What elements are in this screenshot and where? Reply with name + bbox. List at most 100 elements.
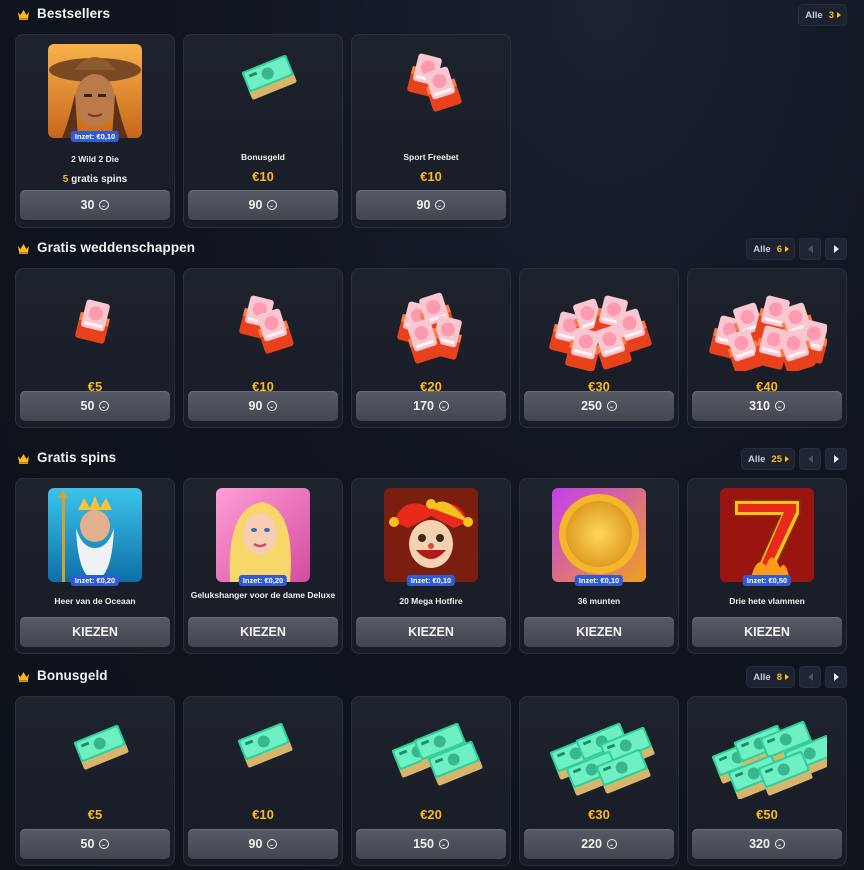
view-all-label: Alle: [753, 671, 771, 683]
button-label: 320: [749, 837, 770, 851]
view-all-button[interactable]: Alle 8: [746, 666, 795, 688]
chevron-right-icon: [833, 673, 839, 681]
section-bestsellers: Bestsellers Alle 3 Inzet: €0,10 2 Wild 2 Di…: [0, 0, 864, 228]
freebet-ticket-image: [520, 291, 678, 371]
shop-card[interactable]: €20 170: [351, 268, 511, 428]
cash-bundle-image: [184, 49, 342, 129]
cash-bundle-image: [688, 719, 846, 799]
coin-smiley-icon: [99, 401, 110, 411]
spins-text: gratis spins: [68, 174, 128, 185]
shop-card[interactable]: Inzet: €0,20 Gelukshanger voor de dame De…: [183, 478, 343, 654]
shop-card[interactable]: €10 90: [183, 696, 343, 866]
scroll-left-button[interactable]: [799, 666, 821, 688]
chevron-left-icon: [807, 245, 813, 253]
view-all-button[interactable]: Alle 25: [740, 448, 795, 470]
game-thumbnail: [552, 488, 646, 582]
stake-badge: Inzet: €0,10: [70, 131, 120, 142]
buy-button[interactable]: 50: [20, 829, 170, 859]
coin-smiley-icon: [267, 401, 278, 411]
item-count-badge: 3: [829, 10, 841, 21]
shop-card[interactable]: Inzet: €0,10 36 munten KIEZEN: [519, 478, 679, 654]
item-count-badge: 8: [777, 672, 789, 683]
button-label: 90: [248, 837, 263, 851]
buy-button[interactable]: 170: [356, 391, 506, 421]
shop-card[interactable]: €5 50: [15, 268, 175, 428]
crown-icon: [17, 452, 30, 464]
card-name: 2 Wild 2 Die: [71, 154, 119, 164]
button-label: 220: [581, 837, 602, 851]
buy-button[interactable]: 320: [692, 829, 842, 859]
card-name: 36 munten: [577, 596, 621, 606]
view-all-button[interactable]: Alle 3: [798, 4, 847, 26]
freebet-ticket-image: [352, 49, 510, 129]
chevron-right-icon: [833, 245, 839, 253]
shop-card[interactable]: €40 310: [687, 268, 847, 428]
shop-card[interactable]: €5 50: [15, 696, 175, 866]
buy-button[interactable]: 90: [188, 190, 338, 220]
card-price: €50: [756, 807, 778, 822]
card-name: Heer van de Oceaan: [54, 596, 136, 606]
stake-badge: Inzet: €0,10: [406, 575, 456, 586]
shop-card[interactable]: Inzet: €0,10 2 Wild 2 Die 5 gratis spins 30: [15, 34, 175, 228]
buy-button[interactable]: 90: [188, 391, 338, 421]
button-label: 50: [80, 399, 95, 413]
coin-smiley-icon: [438, 839, 449, 849]
shop-card[interactable]: Inzet: €0,50 Drie hete vlammen KIEZEN: [687, 478, 847, 654]
coin-smiley-icon: [267, 200, 278, 210]
button-label: 90: [416, 198, 431, 212]
view-all-label: Alle: [805, 9, 823, 21]
section-title: Bonusgeld: [17, 668, 108, 683]
buy-button[interactable]: 150: [356, 829, 506, 859]
buy-button[interactable]: 30: [20, 190, 170, 220]
scroll-left-button[interactable]: [799, 238, 821, 260]
section-title-text: Gratis spins: [37, 450, 117, 465]
buy-button[interactable]: 50: [20, 391, 170, 421]
buy-button[interactable]: 90: [188, 829, 338, 859]
scroll-right-button[interactable]: [825, 238, 847, 260]
button-label: KIEZEN: [408, 625, 454, 639]
freebet-ticket-image: [352, 291, 510, 371]
choose-button[interactable]: KIEZEN: [692, 617, 842, 647]
section-title: Bestsellers: [17, 6, 110, 21]
shop-card[interactable]: Inzet: €0,10 20 Mega Hotfire KIEZEN: [351, 478, 511, 654]
choose-button[interactable]: KIEZEN: [524, 617, 674, 647]
spins-label: 5 gratis spins: [16, 174, 174, 185]
shop-card[interactable]: €30 220: [519, 696, 679, 866]
buy-button[interactable]: 250: [524, 391, 674, 421]
shop-card[interactable]: €20 150: [351, 696, 511, 866]
buy-button[interactable]: 90: [356, 190, 506, 220]
game-thumbnail: [216, 488, 310, 582]
view-all-button[interactable]: Alle 6: [746, 238, 795, 260]
section-bonusgeld: Bonusgeld Alle 8 €5 50 €10 90 €20 150 €3…: [0, 662, 864, 866]
shop-card[interactable]: Bonusgeld €10 90: [183, 34, 343, 228]
buy-button[interactable]: 220: [524, 829, 674, 859]
choose-button[interactable]: KIEZEN: [20, 617, 170, 647]
button-label: 90: [248, 399, 263, 413]
coin-smiley-icon: [99, 200, 110, 210]
shop-card[interactable]: Sport Freebet €10 90: [351, 34, 511, 228]
scroll-right-button[interactable]: [825, 448, 847, 470]
choose-button[interactable]: KIEZEN: [188, 617, 338, 647]
choose-button[interactable]: KIEZEN: [356, 617, 506, 647]
section-header: Bonusgeld Alle 8: [0, 662, 864, 688]
chevron-right-icon: [833, 455, 839, 463]
crown-icon: [17, 242, 30, 254]
view-all-label: Alle: [747, 453, 766, 465]
section-title: Gratis weddenschappen: [17, 240, 195, 255]
card-name: Bonusgeld: [241, 152, 285, 162]
card-name: Drie hete vlammen: [729, 596, 805, 606]
scroll-left-button[interactable]: [799, 448, 821, 470]
card-name: 20 Mega Hotfire: [399, 596, 463, 606]
section-controls: Alle 25: [740, 448, 847, 470]
buy-button[interactable]: 310: [692, 391, 842, 421]
section-title-text: Gratis weddenschappen: [37, 240, 196, 255]
stake-badge: Inzet: €0,50: [742, 575, 792, 586]
button-label: 170: [413, 399, 434, 413]
scroll-right-button[interactable]: [825, 666, 847, 688]
shop-card[interactable]: Inzet: €0,20 Heer van de Oceaan KIEZEN: [15, 478, 175, 654]
stake-badge: Inzet: €0,10: [574, 575, 624, 586]
shop-card[interactable]: €50 320: [687, 696, 847, 866]
card-price: €10: [252, 807, 274, 822]
shop-card[interactable]: €30 250: [519, 268, 679, 428]
shop-card[interactable]: €10 90: [183, 268, 343, 428]
